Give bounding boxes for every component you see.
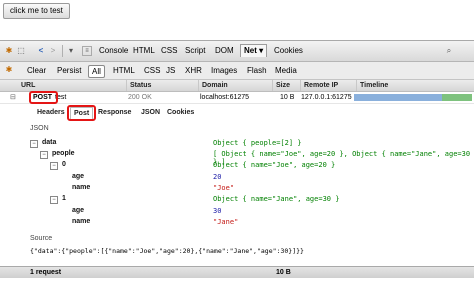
json-value-joe-age: 20 xyxy=(213,173,222,181)
inspect-icon[interactable]: ⬚ xyxy=(16,46,26,56)
filter-html[interactable]: HTML xyxy=(110,65,138,76)
json-key-people: people xyxy=(52,150,75,157)
request-remote-ip: 127.0.0.1:61275 xyxy=(301,94,352,101)
collapse-index1-toggle[interactable]: − xyxy=(50,196,58,204)
firebug-main-toolbar: ✱ ⬚ < > ▾ ≡ Console HTML CSS Script DOM … xyxy=(0,41,474,62)
tab-detail-cookies[interactable]: Cookies xyxy=(164,107,197,118)
column-status[interactable]: Status xyxy=(126,80,200,91)
request-count: 1 request xyxy=(30,269,62,276)
firebug-bug-icon[interactable]: ✱ xyxy=(4,46,14,56)
tab-dom[interactable]: DOM xyxy=(212,45,237,57)
back-icon[interactable]: < xyxy=(36,46,46,56)
request-row[interactable]: ⊟ POST test 200 OK localhost:61275 10 B … xyxy=(0,92,474,104)
tab-cookies[interactable]: Cookies xyxy=(271,45,306,57)
request-size: 10 B xyxy=(280,94,295,101)
source-text: {"data":{"people":[{"name":"Joe","age":2… xyxy=(30,247,304,255)
json-value-joe-name: "Joe" xyxy=(213,184,235,192)
timeline-wait-bar xyxy=(354,94,442,101)
tab-net[interactable]: Net ▾ xyxy=(240,44,268,57)
dropdown-menu-icon[interactable]: ▾ xyxy=(66,46,76,56)
total-size: 10 B xyxy=(276,269,291,276)
column-timeline[interactable]: Timeline xyxy=(356,80,474,91)
json-value-jane-name: "Jane" xyxy=(213,218,239,226)
clear-button[interactable]: Clear xyxy=(24,65,49,76)
post-method-highlight xyxy=(29,91,58,104)
firebug-panel: ✱ ⬚ < > ▾ ≡ Console HTML CSS Script DOM … xyxy=(0,40,474,286)
column-url[interactable]: URL xyxy=(18,80,127,91)
source-section-label: Source xyxy=(30,235,53,242)
timeline-receive-bar xyxy=(442,94,472,101)
json-value-data: Object { people=[2] } xyxy=(213,139,302,147)
tab-headers[interactable]: Headers xyxy=(34,107,68,118)
tab-script[interactable]: Script xyxy=(182,45,208,57)
net-column-headers: URL Status Domain Size Remote IP Timelin… xyxy=(0,80,474,92)
json-key-age: age xyxy=(72,207,85,214)
column-size[interactable]: Size xyxy=(272,80,302,91)
json-key-name: name xyxy=(72,184,91,191)
filter-media[interactable]: Media xyxy=(272,65,300,76)
persist-button[interactable]: Persist xyxy=(54,65,84,76)
json-key-index-1: 1 xyxy=(62,195,66,202)
collapse-people-toggle[interactable]: − xyxy=(40,151,48,159)
click-me-to-test-button[interactable]: click me to test xyxy=(3,3,70,19)
json-key-age: age xyxy=(72,173,85,180)
expand-toggle-icon[interactable]: ⊟ xyxy=(10,92,16,103)
tab-json[interactable]: JSON xyxy=(138,107,163,118)
tab-css[interactable]: CSS xyxy=(158,45,180,57)
tab-net-label: Net xyxy=(244,46,257,55)
net-status-bar: 1 request 10 B xyxy=(0,266,474,278)
filter-css[interactable]: CSS xyxy=(141,65,163,76)
filter-flash[interactable]: Flash xyxy=(244,65,270,76)
request-domain: localhost:61275 xyxy=(200,94,250,101)
request-status: 200 OK xyxy=(128,94,152,101)
filter-all[interactable]: All xyxy=(88,65,105,78)
json-key-data: data xyxy=(42,139,57,146)
json-value-index-1: Object { name="Jane", age=30 } xyxy=(213,195,340,203)
json-section-label: JSON xyxy=(30,125,49,132)
json-value-index-0: Object { name="Joe", age=20 } xyxy=(213,161,336,169)
forward-icon[interactable]: > xyxy=(48,46,58,56)
tab-html[interactable]: HTML xyxy=(130,45,158,57)
json-value-jane-age: 30 xyxy=(213,207,222,215)
collapse-data-toggle[interactable]: − xyxy=(30,140,38,148)
menu-icon[interactable]: ≡ xyxy=(82,46,92,56)
column-remote-ip[interactable]: Remote IP xyxy=(300,80,358,91)
post-tab-highlight xyxy=(67,105,96,121)
json-key-index-0: 0 xyxy=(62,161,66,168)
filter-xhr[interactable]: XHR xyxy=(182,65,205,76)
collapse-index0-toggle[interactable]: − xyxy=(50,162,58,170)
toolbar-separator xyxy=(62,45,63,57)
chevron-down-icon: ▾ xyxy=(259,46,264,55)
search-icon[interactable]: ⌕ xyxy=(444,46,454,56)
net-filter-toolbar: ✱ Clear Persist All HTML CSS JS XHR Imag… xyxy=(0,62,474,80)
filter-js[interactable]: JS xyxy=(163,65,178,76)
column-domain[interactable]: Domain xyxy=(198,80,274,91)
net-panel-icon: ✱ xyxy=(5,65,13,74)
filter-images[interactable]: Images xyxy=(208,65,240,76)
tab-response[interactable]: Response xyxy=(95,107,134,118)
json-key-name: name xyxy=(72,218,91,225)
tab-console[interactable]: Console xyxy=(96,45,131,57)
